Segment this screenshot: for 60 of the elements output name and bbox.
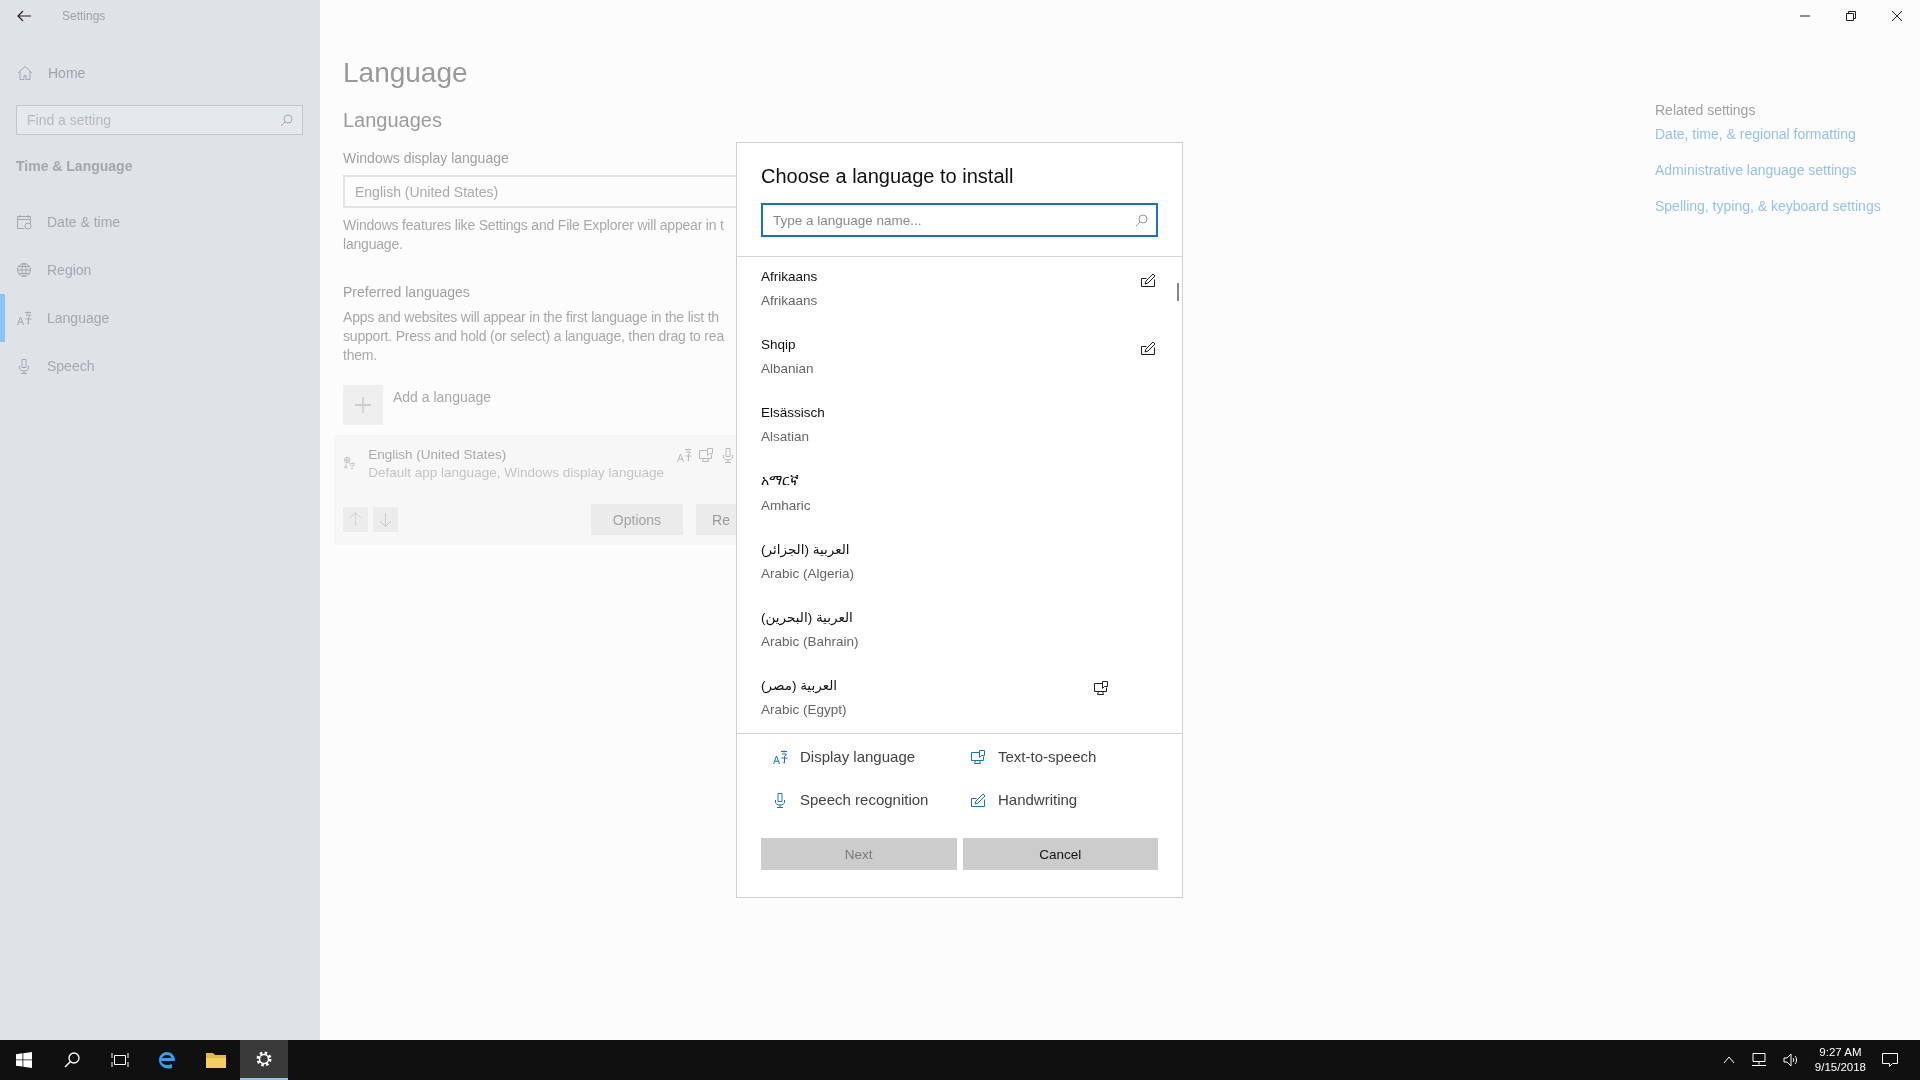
- search-icon: [64, 1052, 80, 1068]
- related-settings-heading: Related settings: [1655, 102, 1757, 118]
- section-heading: Time & Language: [16, 158, 134, 174]
- speaker-icon[interactable]: [1782, 1053, 1799, 1067]
- description-text: language.: [343, 235, 404, 254]
- home-link[interactable]: Home: [48, 65, 86, 81]
- network-icon[interactable]: [1750, 1053, 1767, 1067]
- field-label: Windows display language: [343, 150, 510, 166]
- dialog-title: Choose a language to install: [761, 165, 1015, 188]
- sidebar-item[interactable]: Region: [0, 246, 320, 294]
- pencil-box-icon: [970, 791, 986, 808]
- sidebar-item[interactable]: Speech: [0, 342, 320, 390]
- legend-label: Speech recognition: [800, 791, 929, 808]
- folder-icon: [205, 1051, 227, 1069]
- notification-icon[interactable]: [1882, 1052, 1898, 1068]
- gear-icon: [254, 1049, 274, 1069]
- back-icon[interactable]: [17, 10, 31, 22]
- language-glyph-icon: [16, 310, 32, 326]
- language-search-field[interactable]: Type a language name...: [761, 203, 1158, 237]
- language-option-button[interactable]: Options: [590, 504, 684, 535]
- clock[interactable]: 9:27 AM 9/15/2018: [1814, 1045, 1866, 1075]
- description-text: support. Press and hold (or select) a language, then drag to rea: [343, 327, 726, 346]
- language-list-item[interactable]: Elsässisch Alsatian: [737, 399, 1182, 467]
- legend-label: Display language: [800, 748, 916, 765]
- language-name: English (United States): [368, 447, 508, 462]
- globe-icon: [16, 262, 32, 278]
- windows-logo-icon: [16, 1052, 32, 1068]
- legend-label: Text-to-speech: [998, 748, 1097, 765]
- microphone-icon: [16, 358, 32, 374]
- task-view-icon: [111, 1052, 129, 1068]
- language-list-item[interactable]: አማርኛ Amharic: [737, 467, 1182, 535]
- monitor-speech-icon: [970, 748, 986, 765]
- language-list-item[interactable]: Shqip Albanian: [737, 331, 1182, 399]
- window-title: Settings: [62, 9, 106, 23]
- language-glyph-icon: [772, 748, 788, 765]
- home-icon: [17, 65, 33, 81]
- sidebar-item[interactable]: Date & time: [0, 198, 320, 246]
- add-language-link[interactable]: Add a language: [393, 389, 492, 425]
- close-icon[interactable]: [1892, 11, 1902, 21]
- related-link[interactable]: Administrative language settings: [1655, 162, 1920, 178]
- language-dropdown[interactable]: English (United States): [343, 175, 736, 208]
- restore-icon[interactable]: [1846, 11, 1856, 21]
- microphone-icon: [772, 791, 788, 808]
- field-label: Preferred languages: [343, 284, 471, 300]
- search-icon: [1135, 213, 1148, 227]
- section-heading: Languages: [343, 109, 443, 132]
- page-title: Language: [343, 57, 469, 89]
- legend-label: Handwriting: [998, 791, 1078, 808]
- search-icon: [280, 113, 293, 127]
- language-option-button[interactable]: Re: [696, 504, 736, 535]
- related-link[interactable]: Date, time, & regional formatting: [1655, 126, 1920, 142]
- description-text: them.: [343, 346, 378, 365]
- cancel-button[interactable]: Cancel: [962, 838, 1158, 870]
- calendar-icon: [16, 214, 32, 230]
- language-list-item[interactable]: Afrikaans Afrikaans: [737, 263, 1182, 331]
- taskbar-button[interactable]: [240, 1040, 288, 1080]
- related-link[interactable]: Spelling, typing, & keyboard settings: [1655, 198, 1920, 214]
- description-text: Apps and websites will appear in the first language in the list th: [343, 308, 720, 327]
- chevron-up-icon[interactable]: [1722, 1056, 1735, 1064]
- description-text: Windows features like Settings and File Explorer will appear in t: [343, 216, 725, 235]
